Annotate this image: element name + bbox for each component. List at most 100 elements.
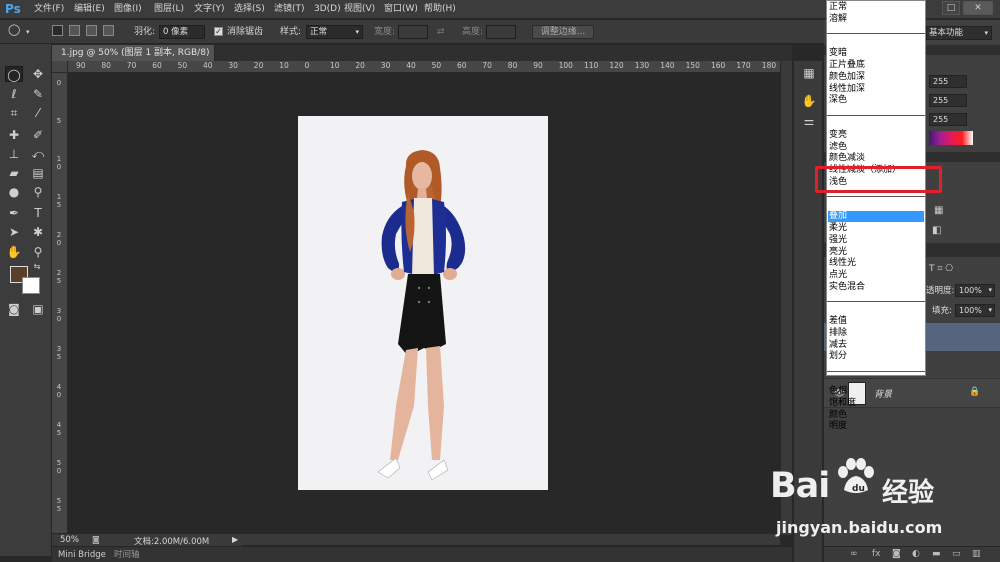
grid-icon[interactable]: ▦ <box>934 205 943 216</box>
background-color-swatch[interactable] <box>22 277 40 294</box>
layer-filter-icons[interactable]: T ⌗ ⎔ <box>929 264 953 274</box>
blend-mode-option[interactable]: 颜色加深 <box>829 72 865 83</box>
adjust-sliders-icon[interactable]: ⚌ <box>801 113 817 129</box>
history-panel-icon[interactable]: ▦ <box>801 65 817 81</box>
zoom-tool-icon[interactable]: ⚲ <box>29 244 47 260</box>
menu-help[interactable]: 帮助(H) <box>424 3 456 15</box>
subtract-selection-icon[interactable] <box>86 25 97 36</box>
healing-brush-tool-icon[interactable]: ✚ <box>5 127 23 143</box>
new-selection-icon[interactable] <box>52 25 63 36</box>
eraser-tool-icon[interactable]: ▰ <box>5 165 23 181</box>
swap-icon[interactable]: ⇄ <box>437 26 445 38</box>
blue-value-field[interactable]: 255 <box>929 113 967 126</box>
blend-mode-option[interactable]: 强光 <box>829 235 847 246</box>
blur-tool-icon[interactable]: ● <box>5 184 23 200</box>
document-tab[interactable]: 1.jpg @ 50% (图层 1 副本, RGB/8) *× <box>52 45 215 74</box>
blend-mode-option[interactable]: 颜色 <box>829 410 847 421</box>
feather-input[interactable]: 0 像素 <box>159 25 205 39</box>
link-icon[interactable]: ∞ <box>850 549 858 559</box>
maximize-button[interactable]: □ <box>942 1 960 15</box>
move-tool-icon[interactable]: ✥ <box>29 66 47 82</box>
close-button[interactable]: ✕ <box>963 1 993 15</box>
pen-tool-icon[interactable]: ✒ <box>5 205 23 221</box>
folder-icon[interactable]: ▬ <box>932 549 941 559</box>
horizontal-scrollbar[interactable] <box>242 534 780 545</box>
lasso-tool-icon[interactable]: ℓ <box>5 86 23 102</box>
width-input[interactable] <box>398 25 428 39</box>
history-brush-tool-icon[interactable]: ⤺ <box>29 146 47 162</box>
path-selection-tool-icon[interactable]: ➤ <box>5 224 23 240</box>
blend-mode-option[interactable]: 正常 <box>829 2 847 13</box>
blend-mode-option[interactable]: 溶解 <box>829 14 847 25</box>
tab-timeline[interactable]: 时间轴 <box>114 549 140 561</box>
blend-mode-option[interactable]: 柔光 <box>829 223 847 234</box>
mask-icon[interactable]: ◧ <box>932 225 941 236</box>
play-arrow-icon[interactable]: ▶ <box>232 535 238 544</box>
opacity-field[interactable]: 100% ▾ <box>955 284 995 297</box>
menu-window[interactable]: 窗口(W) <box>384 3 418 15</box>
chevron-down-icon[interactable]: ▾ <box>26 26 30 38</box>
blend-mode-option[interactable]: 划分 <box>829 351 847 362</box>
menu-select[interactable]: 选择(S) <box>234 3 265 15</box>
blend-mode-option[interactable]: 线性光 <box>829 258 856 269</box>
menu-edit[interactable]: 编辑(E) <box>74 3 105 15</box>
quick-mask-icon[interactable]: ◙ <box>5 301 23 317</box>
style-select[interactable]: 正常 ▾ <box>306 25 363 39</box>
workspace-select[interactable]: 基本功能 ▾ <box>926 26 992 40</box>
crop-tool-icon[interactable]: ⌗ <box>5 105 23 121</box>
blend-mode-option[interactable]: 深色 <box>829 95 847 106</box>
brush-tool-icon[interactable]: ✐ <box>29 127 47 143</box>
type-tool-icon[interactable]: T <box>29 205 47 221</box>
fx-icon[interactable]: fx <box>872 549 881 559</box>
menu-filter[interactable]: 滤镜(T) <box>274 3 305 15</box>
shape-tool-icon[interactable]: ✱ <box>29 224 47 240</box>
menu-3d[interactable]: 3D(D) <box>314 3 341 15</box>
clone-stamp-tool-icon[interactable]: ⊥ <box>5 146 23 162</box>
blend-mode-option[interactable]: 滤色 <box>829 142 847 153</box>
blend-mode-option[interactable]: 正片叠底 <box>829 60 865 71</box>
blend-mode-option[interactable]: 线性加深 <box>829 84 865 95</box>
tool-presets-icon[interactable]: ✋ <box>801 93 817 109</box>
blend-mode-option[interactable]: 变暗 <box>829 48 847 59</box>
trash-icon[interactable]: ▥ <box>972 549 981 559</box>
blend-mode-option[interactable]: 减去 <box>829 340 847 351</box>
refine-edge-button[interactable]: 调整边缘... <box>532 25 594 39</box>
screen-mode-icon[interactable]: ▣ <box>29 301 47 317</box>
fill-field[interactable]: 100% ▾ <box>955 304 995 317</box>
zoom-level[interactable]: 50% <box>60 535 79 545</box>
blend-mode-option[interactable]: 亮光 <box>829 247 847 258</box>
green-value-field[interactable]: 255 <box>929 94 967 107</box>
menu-type[interactable]: 文字(Y) <box>194 3 225 15</box>
height-input[interactable] <box>486 25 516 39</box>
blend-mode-option[interactable]: 饱和度 <box>829 398 856 409</box>
intersect-selection-icon[interactable] <box>103 25 114 36</box>
ellipse-marquee-icon[interactable]: ◯ <box>8 24 20 36</box>
antialias-checkbox[interactable]: ✓ <box>214 27 223 36</box>
ellipse-marquee-tool-icon[interactable]: ◯ <box>5 66 23 82</box>
add-mask-icon[interactable]: ◙ <box>892 549 901 559</box>
document-image[interactable] <box>298 116 548 490</box>
hand-tool-icon[interactable]: ✋ <box>5 244 23 260</box>
blend-mode-option[interactable]: 点光 <box>829 270 847 281</box>
menu-layer[interactable]: 图层(L) <box>154 3 184 15</box>
quick-select-tool-icon[interactable]: ✎ <box>29 86 47 102</box>
new-layer-icon[interactable]: ▭ <box>952 549 961 559</box>
tab-mini-bridge[interactable]: Mini Bridge <box>58 549 106 561</box>
red-value-field[interactable]: 255 <box>929 75 967 88</box>
color-spectrum[interactable] <box>929 131 973 145</box>
dodge-tool-icon[interactable]: ⚲ <box>29 184 47 200</box>
swap-colors-icon[interactable]: ⇆ <box>32 262 42 272</box>
menu-image[interactable]: 图像(I) <box>114 3 142 15</box>
eyedropper-tool-icon[interactable]: ⁄ <box>29 105 47 121</box>
blend-mode-option[interactable]: 叠加 <box>828 211 924 223</box>
blend-mode-option[interactable]: 色相 <box>829 386 847 397</box>
menu-file[interactable]: 文件(F) <box>34 3 64 15</box>
blend-mode-option[interactable]: 差值 <box>829 316 847 327</box>
add-selection-icon[interactable] <box>69 25 80 36</box>
blend-mode-option[interactable]: 颜色减淡 <box>829 153 865 164</box>
blend-mode-option[interactable]: 实色混合 <box>829 282 865 293</box>
blend-mode-option[interactable]: 变亮 <box>829 130 847 141</box>
menu-view[interactable]: 视图(V) <box>344 3 375 15</box>
blend-mode-option[interactable]: 排除 <box>829 328 847 339</box>
adjustment-layer-icon[interactable]: ◐ <box>912 549 920 559</box>
